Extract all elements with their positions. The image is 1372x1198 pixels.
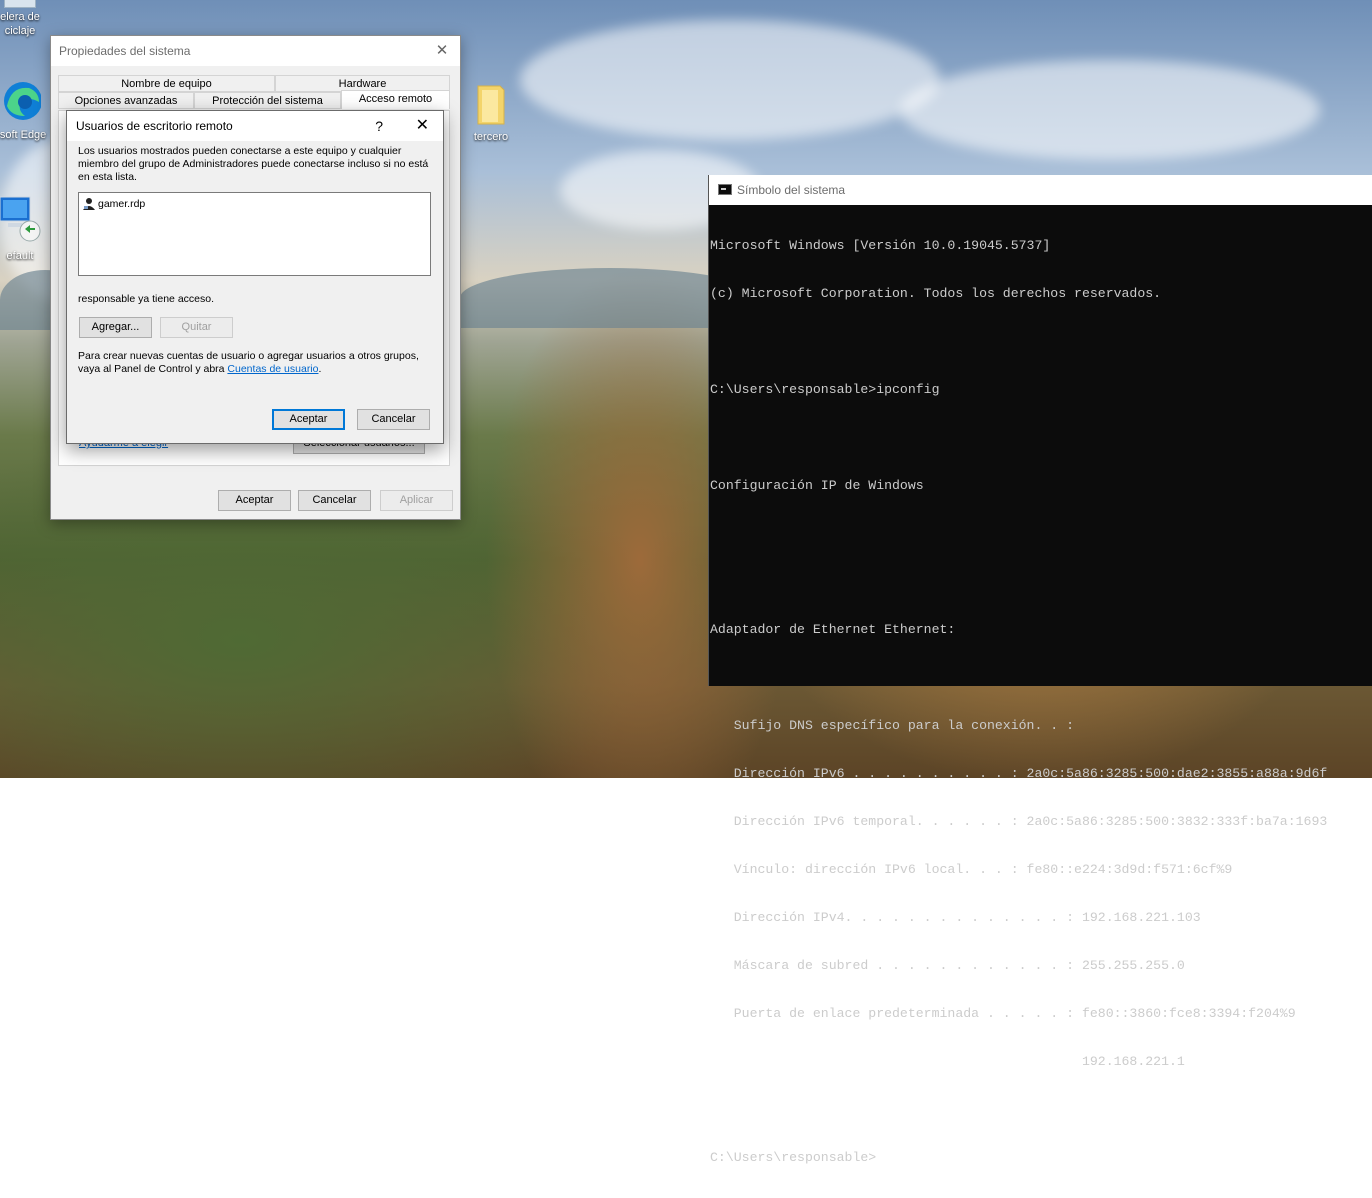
command-prompt-output[interactable]: Microsoft Windows [Versión 10.0.19045.57… [710,206,1370,1198]
command-prompt-window[interactable]: Símbolo del sistema Microsoft Windows [V… [708,175,1372,1165]
default-rdp-label: efault [6,250,34,262]
user-icon [83,198,95,211]
system-properties-titlebar[interactable]: Propiedades del sistema ✕ [51,36,460,66]
edge-shortcut[interactable]: osoft Edge [0,78,52,141]
command-prompt-titlebar[interactable]: Símbolo del sistema [709,175,1372,205]
console-line: 192.168.221.1 [710,1054,1185,1069]
edge-icon [4,82,42,120]
apply-button: Aplicar [380,490,453,511]
recycle-bin-label: elera de ciclaje [0,11,40,37]
footer-text: Para crear nuevas cuentas de usuario o a… [78,350,434,376]
ok-button[interactable]: Aceptar [218,490,291,511]
tab-opciones-avanzadas[interactable]: Opciones avanzadas [58,92,194,109]
system-properties-title: Propiedades del sistema [59,44,191,58]
list-item[interactable]: gamer.rdp [82,196,145,212]
remote-users-description: Los usuarios mostrados pueden conectarse… [78,145,429,183]
terminal-icon [718,184,732,195]
folder-icon [477,85,505,125]
tercero-label: tercero [473,131,509,143]
cloud [520,20,940,140]
console-line: Microsoft Windows [Versión 10.0.19045.57… [710,238,1051,253]
tercero-folder-shortcut[interactable]: tercero [466,82,516,143]
help-icon[interactable]: ? [375,111,383,141]
cloud [900,60,1320,160]
recycle-bin-icon [4,0,36,8]
edge-label: osoft Edge [0,129,47,141]
console-line: C:\Users\responsable> [710,1150,877,1165]
console-line: Dirección IPv6 temporal. . . . . . : 2a0… [710,814,1328,829]
close-icon[interactable]: ✕ [416,111,429,141]
tab-nombre-de-equipo[interactable]: Nombre de equipo [58,75,275,92]
tab-row-bottom: Opciones avanzadas Protección del sistem… [58,90,450,110]
remote-desktop-users-dialog: Usuarios de escritorio remoto ? ✕ Los us… [66,110,444,444]
console-line: Adaptador de Ethernet Ethernet: [710,622,956,637]
remote-users-titlebar[interactable]: Usuarios de escritorio remoto ? ✕ [67,111,443,141]
console-line: Puerta de enlace predeterminada . . . . … [710,1006,1296,1021]
close-icon[interactable]: ✕ [432,36,452,66]
recycle-bin-shortcut[interactable]: elera de ciclaje [0,0,50,38]
footer-text-end: . [318,363,322,375]
remote-users-list[interactable]: gamer.rdp [78,192,431,276]
remove-user-button: Quitar [160,317,233,338]
tab-proteccion-del-sistema[interactable]: Protección del sistema [194,92,341,109]
remote-desktop-icon [0,196,41,242]
console-line: Configuración IP de Windows [710,478,924,493]
console-line: Sufijo DNS específico para la conexión. … [710,718,1075,733]
console-line: Máscara de subred . . . . . . . . . . . … [710,958,1185,973]
console-line: Dirección IPv4. . . . . . . . . . . . . … [710,910,1201,925]
console-line: Dirección IPv6 . . . . . . . . . . : 2a0… [710,766,1328,781]
ok-button[interactable]: Aceptar [272,409,345,430]
default-rdp-shortcut[interactable]: efault [0,195,50,262]
user-name: gamer.rdp [98,198,146,210]
add-user-button[interactable]: Agregar... [79,317,152,338]
access-note: responsable ya tiene acceso. [78,293,215,305]
console-line: (c) Microsoft Corporation. Todos los der… [710,286,1162,301]
cancel-button[interactable]: Cancelar [357,409,430,430]
user-accounts-link[interactable]: Cuentas de usuario [227,363,318,375]
remote-users-title: Usuarios de escritorio remoto [76,119,233,133]
console-line: Vínculo: dirección IPv6 local. . . : fe8… [710,862,1233,877]
tab-acceso-remoto[interactable]: Acceso remoto [341,90,450,109]
cancel-button[interactable]: Cancelar [298,490,371,511]
command-prompt-title: Símbolo del sistema [737,183,846,197]
console-line: C:\Users\responsable>ipconfig [710,382,940,397]
